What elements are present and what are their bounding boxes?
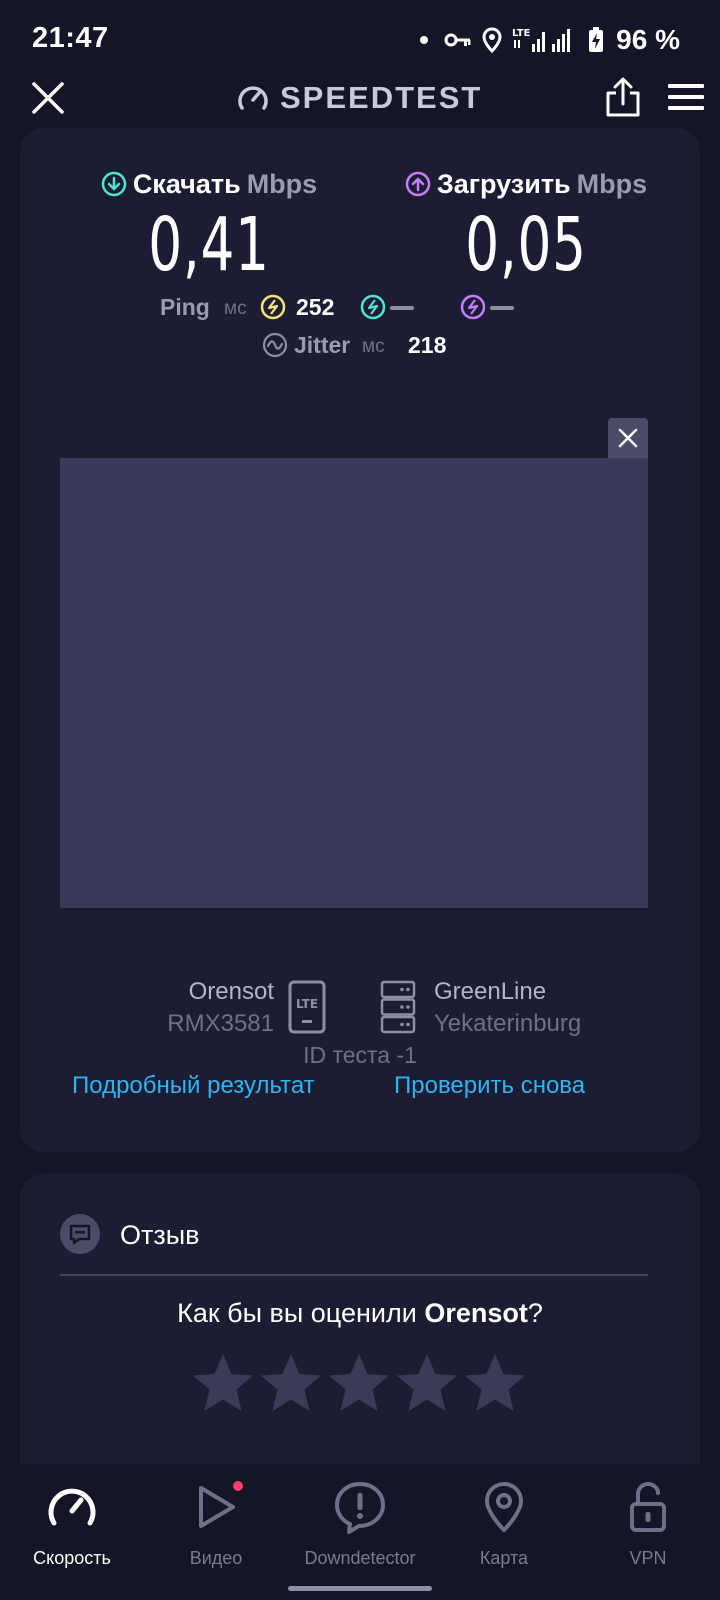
ping-idle-icon — [260, 294, 286, 320]
bottom-nav: Скорость Видео Downdetector Карта VPN — [0, 1464, 720, 1584]
battery-charging-icon — [589, 27, 604, 52]
star-2-icon[interactable] — [260, 1352, 322, 1414]
feedback-question-suffix: ? — [527, 1298, 543, 1328]
nav-item-downdetector[interactable]: Downdetector — [288, 1480, 432, 1569]
server-city: Yekaterinburg — [434, 1010, 582, 1037]
nav-label-speed: Скорость — [33, 1548, 111, 1568]
rating-stars — [192, 1352, 526, 1414]
jitter-unit: мс — [362, 336, 385, 357]
server-icon — [380, 980, 416, 1034]
ping-row: Ping мс 252 — [20, 292, 700, 328]
network-label: LTE — [512, 28, 531, 39]
retry-test-link[interactable]: Проверить снова — [394, 1072, 585, 1100]
map-pin-icon — [485, 1482, 523, 1532]
close-icon — [32, 82, 64, 114]
nav-item-speed[interactable]: Скорость — [0, 1480, 144, 1569]
download-unit: Mbps — [246, 168, 318, 199]
provider-device: RMX3581 — [167, 1010, 274, 1037]
provider-name: Orensot — [188, 978, 274, 1005]
ping-download-dash — [390, 306, 414, 310]
nav-item-video[interactable]: Видео — [144, 1480, 288, 1569]
download-label: Скачать — [132, 168, 241, 199]
nav-label-video: Видео — [189, 1548, 243, 1568]
provider-connection: LTE — [296, 997, 318, 1011]
star-1-icon[interactable] — [192, 1352, 254, 1414]
share-button[interactable] — [604, 76, 642, 118]
feedback-title: Отзыв — [120, 1220, 200, 1250]
feedback-icon-badge — [60, 1214, 100, 1254]
nav-label-vpn: VPN — [629, 1548, 667, 1568]
menu-button[interactable] — [668, 82, 706, 112]
ping-download-icon — [360, 294, 386, 320]
brand-title: SPEEDTEST — [280, 80, 483, 115]
status-icons: LTE 96 % — [420, 22, 680, 58]
vpn-key-icon — [444, 33, 471, 47]
detailed-result-link[interactable]: Подробный результат — [72, 1072, 315, 1100]
provider-info: Orensot RMX3581 — [160, 976, 274, 1040]
ping-label: Ping — [160, 294, 210, 320]
star-3-icon[interactable] — [328, 1352, 390, 1414]
unlock-icon — [630, 1481, 666, 1532]
download-value: 0,41 — [148, 202, 270, 288]
feedback-divider — [60, 1274, 648, 1276]
ping-idle-value: 252 — [296, 294, 335, 320]
ping-upload-icon — [460, 294, 486, 320]
server-name: GreenLine — [434, 978, 547, 1005]
ad-close-button[interactable] — [608, 418, 648, 458]
notification-dot-icon — [420, 36, 429, 44]
menu-icon — [668, 84, 704, 110]
jitter-value: 218 — [408, 332, 447, 358]
upload-unit: Mbps — [576, 168, 648, 199]
brand-logo: SPEEDTEST — [236, 78, 482, 118]
result-card: Скачать Mbps 0,41 Загрузить Mbps 0,05 Pi… — [20, 128, 700, 1152]
server-info: GreenLine Yekaterinburg — [434, 976, 674, 1040]
ad-placeholder[interactable] — [60, 458, 648, 908]
test-id: ID теста -1 — [303, 1042, 417, 1068]
battery-percent: 96 % — [616, 24, 680, 55]
video-badge-dot — [233, 1481, 243, 1491]
download-arrow-icon — [101, 171, 127, 197]
speed-icon — [48, 1488, 96, 1526]
star-4-icon[interactable] — [396, 1352, 458, 1414]
feedback-question: Как бы вы оценили Orensot? — [20, 1298, 700, 1329]
nav-item-map[interactable]: Карта — [432, 1480, 576, 1569]
lte-signal-icon: LTE — [512, 28, 571, 52]
play-icon — [199, 1481, 243, 1528]
jitter-label: Jitter — [294, 332, 351, 358]
upload-value: 0,05 — [465, 202, 587, 288]
download-metric: Скачать Mbps 0,41 — [84, 166, 334, 288]
feedback-question-prefix: Как бы вы оценили — [177, 1298, 425, 1328]
upload-metric: Загрузить Mbps 0,05 — [388, 166, 664, 288]
share-icon — [606, 77, 640, 117]
ping-upload-dash — [490, 306, 514, 310]
jitter-row: Jitter мс 218 — [20, 330, 700, 366]
location-icon — [482, 27, 502, 53]
speedometer-icon — [238, 86, 268, 110]
chat-bubble-icon — [69, 1224, 91, 1245]
star-5-icon[interactable] — [464, 1352, 526, 1414]
upload-arrow-icon — [405, 171, 431, 197]
ping-unit: мс — [224, 298, 247, 319]
alert-icon — [335, 1482, 385, 1534]
nav-label-downdetector: Downdetector — [304, 1548, 416, 1568]
status-time: 21:47 — [32, 22, 109, 54]
upload-label: Загрузить — [436, 168, 571, 199]
phone-lte-icon: LTE — [288, 980, 326, 1034]
home-indicator[interactable] — [288, 1586, 432, 1591]
feedback-card: Отзыв Как бы вы оценили Orensot? — [20, 1174, 700, 1464]
nav-item-vpn[interactable]: VPN — [576, 1480, 720, 1569]
jitter-icon — [262, 332, 288, 358]
close-icon — [618, 428, 638, 448]
status-bar: 21:47 LTE 96 % — [0, 0, 720, 80]
nav-label-map: Карта — [479, 1548, 529, 1568]
feedback-question-provider: Orensot — [424, 1298, 528, 1328]
close-button[interactable] — [28, 78, 68, 118]
